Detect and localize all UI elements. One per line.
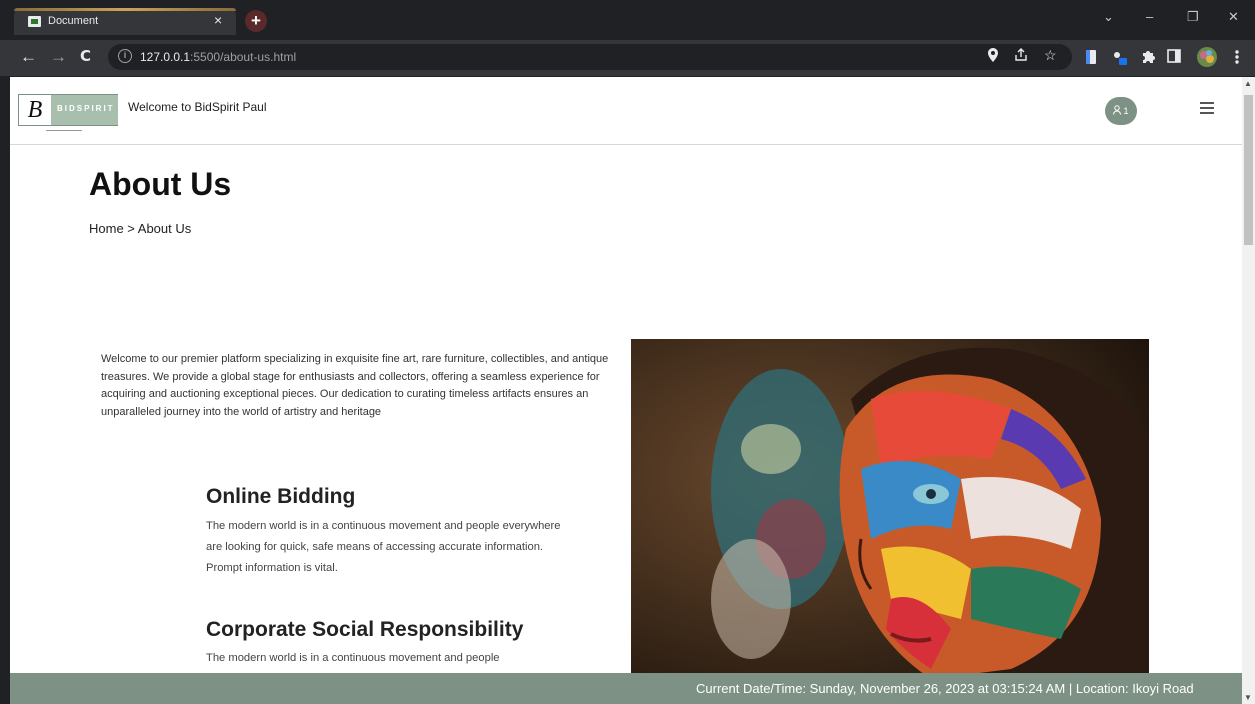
extensions-puzzle-icon[interactable] [1141,49,1155,65]
scrollbar-thumb[interactable] [1244,95,1253,245]
address-bar[interactable]: i 127.0.0.1:5500/about-us.html ☆ [108,44,1072,70]
side-panel-icon[interactable] [1167,49,1181,65]
url-host: 127.0.0.1 [140,50,191,64]
profile-avatar-icon[interactable] [1197,47,1217,67]
scroll-up-arrow-icon[interactable]: ▲ [1244,79,1252,88]
scroll-down-arrow-icon[interactable]: ▼ [1244,693,1252,702]
browser-tab[interactable]: Document × [14,8,236,35]
page-title: About Us [89,166,232,202]
browser-toolbar: ← → C i 127.0.0.1:5500/about-us.html ☆ [0,40,1255,76]
tab-close-icon[interactable]: × [214,12,222,28]
breadcrumb[interactable]: Home > About Us [89,221,191,236]
hero-painted-face-image [631,339,1149,679]
share-icon[interactable] [1014,48,1028,65]
extension-docs-icon[interactable] [1085,49,1099,65]
logo-band: BIDSPIRIT [51,95,118,125]
user-icon [1113,105,1122,115]
reload-button[interactable]: C [80,47,91,65]
new-tab-button[interactable]: + [245,10,267,32]
welcome-message: Welcome to BidSpirit Paul [128,100,267,114]
logo-letter: B [27,97,43,123]
forward-button[interactable]: → [50,47,67,67]
url-path: :5500/about-us.html [190,50,297,64]
logo-text: BIDSPIRIT [57,104,115,113]
minimize-button[interactable]: – [1146,9,1153,24]
back-button[interactable]: ← [20,47,37,67]
extension-profile-icon[interactable] [1112,49,1127,65]
section-body-csr: The modern world is in a continuous move… [206,652,500,664]
status-footer: Current Date/Time: Sunday, November 26, … [10,673,1242,704]
location-pin-icon[interactable] [988,48,998,65]
site-info-icon[interactable]: i [118,49,132,63]
tab-favicon-icon [28,16,41,27]
page-viewport: B BIDSPIRIT Welcome to BidSpirit Paul 1 … [10,77,1242,704]
close-window-button[interactable]: ✕ [1228,9,1239,25]
logo-tagline-line [46,129,82,134]
browser-menu-icon[interactable] [1235,49,1249,65]
user-account-button[interactable]: 1 [1105,97,1137,125]
restore-button[interactable]: ❐ [1187,9,1199,25]
section-heading-online-bidding: Online Bidding [206,485,356,508]
intro-paragraph: Welcome to our premier platform speciali… [101,353,609,418]
datetime-location-ticker: Current Date/Time: Sunday, November 26, … [696,681,1194,696]
browser-chrome: Document × + ⌄ – ❐ ✕ ← → C i 127.0.0.1:5… [0,0,1255,77]
tab-title: Document [48,15,99,27]
bookmark-star-icon[interactable]: ☆ [1044,47,1057,64]
user-count-badge: 1 [1123,106,1129,116]
tab-accent-bar [14,8,236,11]
tab-search-icon[interactable]: ⌄ [1103,9,1114,25]
section-body-online-bidding: The modern world is in a continuous move… [206,520,561,574]
site-logo[interactable]: B BIDSPIRIT [18,94,118,126]
hamburger-menu-icon[interactable] [1200,102,1214,114]
page-scrollbar[interactable]: ▲ ▼ [1242,77,1255,704]
site-navbar: B BIDSPIRIT Welcome to BidSpirit Paul 1 [10,77,1242,145]
section-heading-csr: Corporate Social Responsibility [206,618,524,641]
url-text[interactable]: 127.0.0.1:5500/about-us.html [140,50,296,64]
